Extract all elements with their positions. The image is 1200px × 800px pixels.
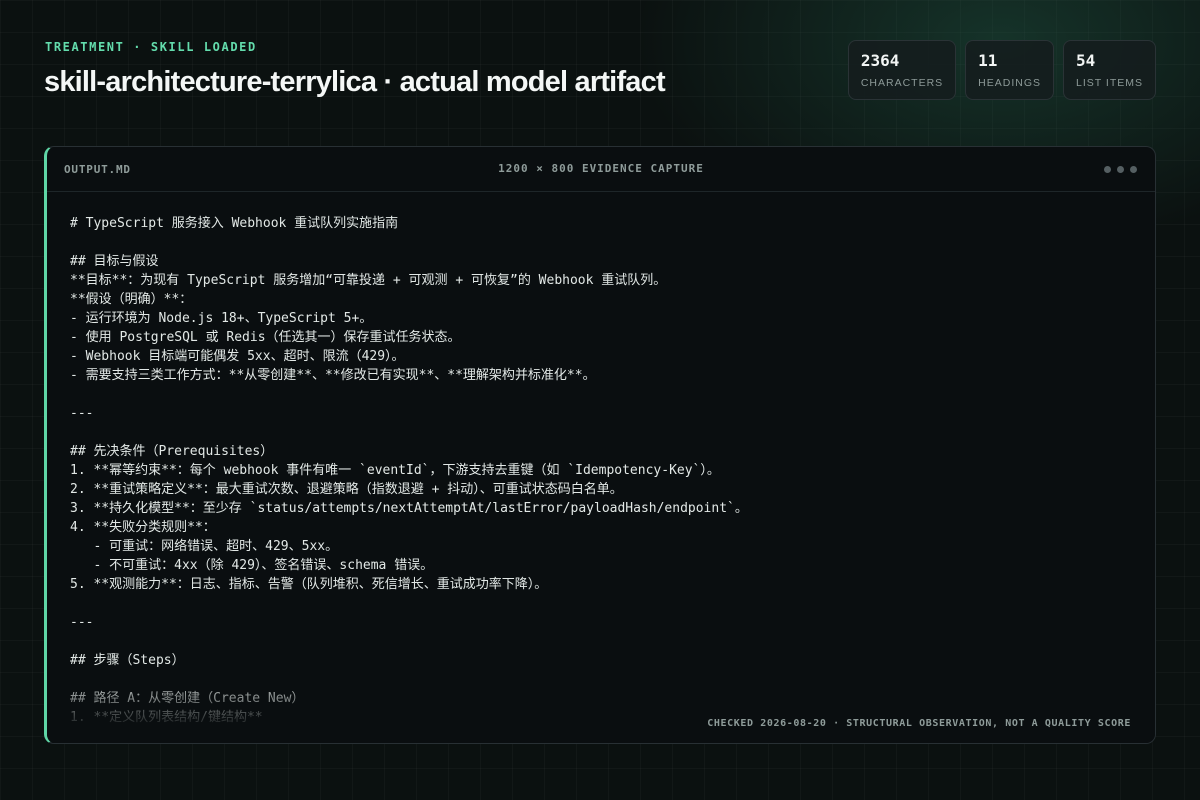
panel-header: OUTPUT.MD 1200 × 800 EVIDENCE CAPTURE [47, 147, 1155, 192]
stat-label: CHARACTERS [860, 77, 944, 89]
stat-value: 11 [978, 51, 998, 70]
content-line: 3. **持久化模型**：至少存 `status/attempts/nextAt… [70, 501, 748, 516]
content-line [70, 632, 1135, 651]
content-line [70, 385, 1135, 404]
stat-value: 2364 [860, 51, 900, 70]
content-line: - Webhook 目标端可能偶发 5xx、超时、限流（429）。 [70, 349, 405, 364]
content-line [70, 233, 1135, 252]
page-title: skill-architecture-terrylica · actual mo… [44, 66, 666, 98]
content-line: ## 目标与假设 [70, 254, 159, 269]
content-line [70, 670, 1135, 689]
content-line: - 使用 PostgreSQL 或 Redis（任选其一）保存重试任务状态。 [70, 330, 461, 345]
content-line: ## 先决条件（Prerequisites） [70, 444, 274, 459]
content-line [70, 594, 1135, 613]
content-line: **目标**：为现有 TypeScript 服务增加“可靠投递 + 可观测 + … [70, 273, 667, 288]
content-line: ## 路径 A：从零创建（Create New） [70, 691, 305, 706]
stat-value: 54 [1076, 51, 1096, 70]
stat-list-items: 54 LIST ITEMS [1063, 40, 1156, 100]
output-panel: OUTPUT.MD 1200 × 800 EVIDENCE CAPTURE # … [44, 146, 1156, 744]
content-line: --- [70, 615, 94, 630]
stat-label: LIST ITEMS [1076, 77, 1143, 89]
content-line: # TypeScript 服务接入 Webhook 重试队列实施指南 [70, 216, 399, 231]
content-line: 2. **重试策略定义**：最大重试次数、退避策略（指数退避 + 抖动）、可重试… [70, 482, 623, 497]
content-line: - 不可重试：4xx（除 429）、签名错误、schema 错误。 [70, 558, 434, 573]
content-line: - 运行环境为 Node.js 18+、TypeScript 5+。 [70, 311, 373, 326]
content-line: - 需要支持三类工作方式：**从零创建**、**修改已有实现**、**理解架构并… [70, 368, 596, 383]
content-line: 1. **幂等约束**：每个 webhook 事件有唯一 `eventId`，下… [70, 463, 720, 478]
content-line: 5. **观测能力**：日志、指标、告警（队列堆积、死信增长、重试成功率下降）。 [70, 577, 548, 592]
stat-characters: 2364 CHARACTERS [847, 40, 957, 100]
content-line: 4. **失败分类规则**： [70, 520, 216, 535]
footer-note: CHECKED 2026-08-20 · STRUCTURAL OBSERVAT… [707, 718, 1131, 729]
content-line: **假设（明确）**： [70, 292, 193, 307]
section-eyebrow: TREATMENT · SKILL LOADED [45, 40, 257, 54]
content-line: --- [70, 406, 94, 421]
content-line: - 可重试：网络错误、超时、429、5xx。 [70, 539, 339, 554]
markdown-content[interactable]: # TypeScript 服务接入 Webhook 重试队列实施指南 ## 目标与… [70, 214, 1135, 730]
content-line: ## 步骤（Steps） [70, 653, 185, 668]
stats-group: 2364 CHARACTERS 11 HEADINGS 54 LIST ITEM… [847, 40, 1156, 100]
stat-label: HEADINGS [978, 77, 1041, 89]
content-line [70, 423, 1135, 442]
capture-label: 1200 × 800 EVIDENCE CAPTURE [498, 162, 704, 175]
stat-headings: 11 HEADINGS [965, 40, 1054, 100]
